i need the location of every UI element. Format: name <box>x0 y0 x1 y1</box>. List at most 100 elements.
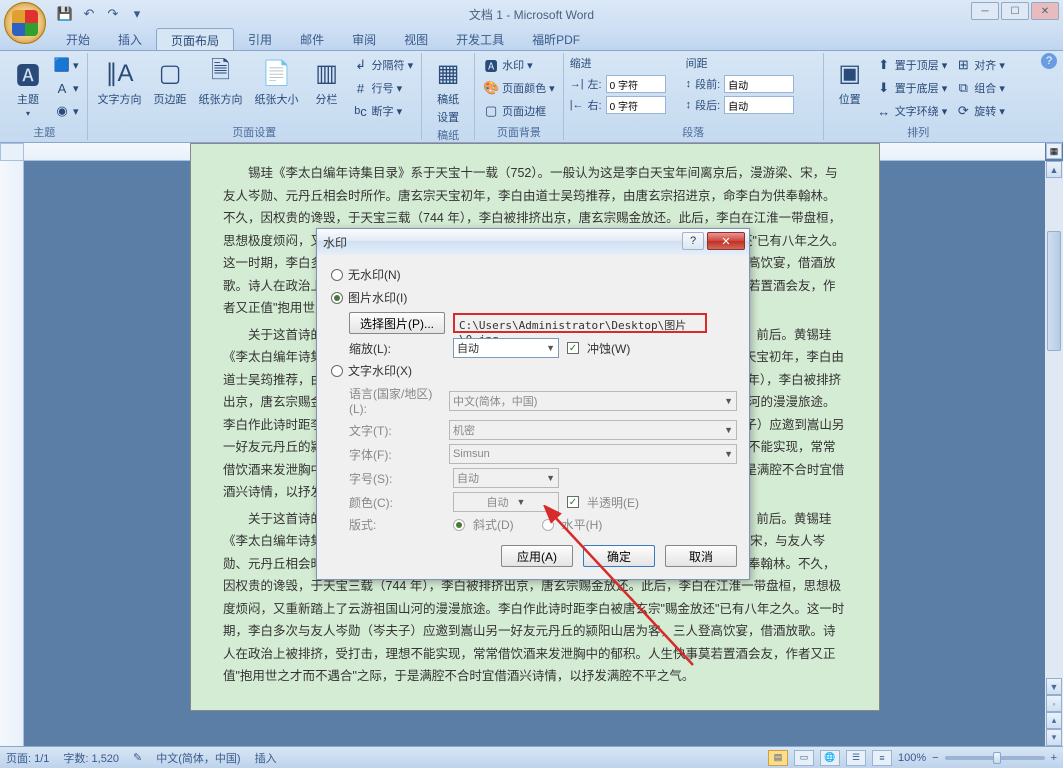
maximize-button[interactable]: ☐ <box>1001 2 1029 20</box>
ok-button[interactable]: 确定 <box>583 545 655 567</box>
orientation-button[interactable]: 🗎纸张方向 <box>195 55 247 109</box>
send-back-button[interactable]: ⬇置于底层 ▾ <box>874 78 950 98</box>
tab-mailings[interactable]: 邮件 <box>286 28 338 50</box>
size-label: 字号(S): <box>349 470 445 487</box>
zoom-thumb[interactable] <box>993 752 1001 764</box>
space-after-input[interactable] <box>724 96 794 114</box>
status-language[interactable]: 中文(简体，中国) <box>156 750 240 766</box>
no-watermark-label: 无水印(N) <box>348 266 401 283</box>
breaks-button[interactable]: ↲分隔符 ▾ <box>351 55 416 75</box>
redo-icon[interactable]: ↷ <box>104 5 122 23</box>
zoom-out-button[interactable]: − <box>932 752 938 764</box>
tab-developer[interactable]: 开发工具 <box>442 28 518 50</box>
size-button[interactable]: 📄纸张大小 <box>251 55 303 109</box>
themes-button[interactable]: 🅰 主题 ▾ <box>8 55 48 120</box>
radio-text-watermark[interactable] <box>331 365 343 377</box>
columns-icon: ▥ <box>311 57 343 89</box>
manuscript-button[interactable]: ▦稿纸设置 <box>428 55 468 127</box>
office-button[interactable] <box>4 2 46 44</box>
close-button[interactable]: ✕ <box>1031 2 1059 20</box>
dialog-title: 水印 <box>323 234 347 251</box>
view-web-layout[interactable]: 🌐 <box>820 750 840 766</box>
scroll-thumb[interactable] <box>1047 231 1061 351</box>
page-color-button[interactable]: 🎨页面颜色 ▾ <box>481 78 557 98</box>
status-proofing-icon[interactable]: ✎ <box>133 751 142 764</box>
scroll-up-button[interactable]: ▲ <box>1046 161 1062 178</box>
washout-label: 冲蚀(W) <box>587 340 630 357</box>
tab-page-layout[interactable]: 页面布局 <box>156 28 234 50</box>
tab-review[interactable]: 审阅 <box>338 28 390 50</box>
semitransparent-label: 半透明(E) <box>587 494 639 511</box>
browse-object-button[interactable]: ◦ <box>1046 695 1062 712</box>
align-icon: ⊞ <box>955 57 971 73</box>
quick-access-toolbar: 💾 ↶ ↷ ▾ <box>56 5 146 23</box>
scrollbar-vertical[interactable]: ▲ ▼ ◦ ▴ ▾ <box>1045 161 1063 746</box>
group-arrange: ▣位置 ⬆置于顶层 ▾ ⬇置于底层 ▾ ↔文字环绕 ▾ ⊞对齐 ▾ ⧉组合 ▾ … <box>824 53 1013 140</box>
tab-references[interactable]: 引用 <box>234 28 286 50</box>
status-page[interactable]: 页面: 1/1 <box>6 750 49 766</box>
tab-home[interactable]: 开始 <box>52 28 104 50</box>
indent-right-input[interactable] <box>606 96 666 114</box>
theme-effects-button[interactable]: ◉▾ <box>52 101 81 121</box>
ruler-toggle[interactable]: ▦ <box>1046 143 1062 159</box>
rotate-button[interactable]: ⟳旋转 ▾ <box>953 101 1007 121</box>
view-full-screen[interactable]: ▭ <box>794 750 814 766</box>
hyphenation-button[interactable]: bc断字 ▾ <box>351 101 416 121</box>
view-outline[interactable]: ☰ <box>846 750 866 766</box>
text-direction-button[interactable]: ∥A文字方向 <box>94 55 146 109</box>
size-icon: 📄 <box>261 57 293 89</box>
status-words[interactable]: 字数: 1,520 <box>63 750 119 766</box>
text-wrap-button[interactable]: ↔文字环绕 ▾ <box>874 101 950 121</box>
themes-icon: 🅰 <box>12 57 44 89</box>
tab-foxit-pdf[interactable]: 福昕PDF <box>518 28 594 50</box>
scale-combo[interactable]: 自动▼ <box>453 338 559 358</box>
dialog-close-button[interactable]: ✕ <box>707 232 745 250</box>
tab-view[interactable]: 视图 <box>390 28 442 50</box>
status-insert-mode[interactable]: 插入 <box>255 750 277 766</box>
indent-header: 缩进 <box>570 55 666 71</box>
minimize-button[interactable]: ─ <box>971 2 999 20</box>
select-picture-button[interactable]: 选择图片(P)... <box>349 312 445 334</box>
ruler-vertical[interactable] <box>0 161 24 746</box>
radio-picture-watermark[interactable] <box>331 292 343 304</box>
theme-fonts-button[interactable]: A▾ <box>52 78 81 98</box>
radio-no-watermark[interactable] <box>331 269 343 281</box>
group-objects-button[interactable]: ⧉组合 ▾ <box>953 78 1007 98</box>
save-icon[interactable]: 💾 <box>56 5 74 23</box>
align-button[interactable]: ⊞对齐 ▾ <box>953 55 1007 75</box>
prev-page-button[interactable]: ▴ <box>1046 712 1062 729</box>
zoom-slider[interactable] <box>945 756 1045 760</box>
radio-diagonal <box>453 519 465 531</box>
ribbon-help-icon[interactable]: ? <box>1041 53 1057 69</box>
radio-horizontal <box>542 519 554 531</box>
indent-left-input[interactable] <box>606 75 666 93</box>
cancel-button[interactable]: 取消 <box>665 545 737 567</box>
tab-insert[interactable]: 插入 <box>104 28 156 50</box>
line-numbers-button[interactable]: #行号 ▾ <box>351 78 416 98</box>
bring-front-icon: ⬆ <box>876 57 892 73</box>
undo-icon[interactable]: ↶ <box>80 5 98 23</box>
horizontal-label: 水平(H) <box>562 516 603 533</box>
qat-dropdown-icon[interactable]: ▾ <box>128 5 146 23</box>
font-combo: Simsun▼ <box>449 444 737 464</box>
group-paragraph: 缩进 →|左: |←右: 间距 ↕段前: ↕段后: 段落 <box>564 53 824 140</box>
zoom-in-button[interactable]: + <box>1051 752 1057 764</box>
zoom-percent[interactable]: 100% <box>898 752 926 764</box>
watermark-button[interactable]: 🅰水印 ▾ <box>481 55 557 75</box>
ribbon: ? 🅰 主题 ▾ 🟦▾ A▾ ◉▾ 主题 ∥A文字方向 ▢页边距 🗎纸张方向 📄… <box>0 51 1063 143</box>
dialog-help-button[interactable]: ? <box>682 232 704 250</box>
page-borders-button[interactable]: ▢页面边框 <box>481 101 557 121</box>
washout-checkbox[interactable]: ✓ <box>567 342 579 354</box>
view-print-layout[interactable]: ▤ <box>768 750 788 766</box>
bring-front-button[interactable]: ⬆置于顶层 ▾ <box>874 55 950 75</box>
apply-button[interactable]: 应用(A) <box>501 545 573 567</box>
scroll-down-button[interactable]: ▼ <box>1046 678 1062 695</box>
position-button[interactable]: ▣位置 <box>830 55 870 109</box>
next-page-button[interactable]: ▾ <box>1046 729 1062 746</box>
view-draft[interactable]: ≡ <box>872 750 892 766</box>
margins-button[interactable]: ▢页边距 <box>150 55 191 109</box>
theme-colors-button[interactable]: 🟦▾ <box>52 55 81 75</box>
space-before-input[interactable] <box>724 75 794 93</box>
dialog-titlebar[interactable]: 水印 ? ✕ <box>317 229 749 255</box>
columns-button[interactable]: ▥分栏 <box>307 55 347 109</box>
